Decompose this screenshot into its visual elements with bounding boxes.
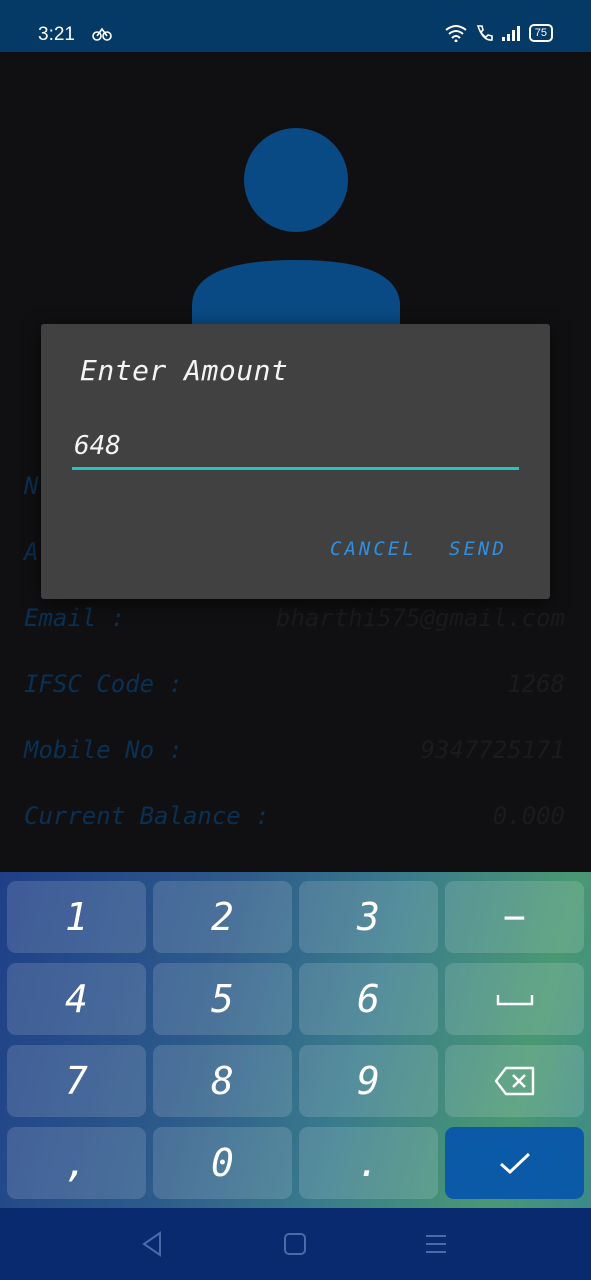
back-icon[interactable] <box>138 1230 168 1258</box>
wifi-icon <box>445 25 467 42</box>
notification-icon <box>92 27 112 41</box>
dialog-title: Enter Amount <box>80 354 289 387</box>
call-icon <box>476 25 493 41</box>
key-2[interactable]: 2 <box>153 881 292 953</box>
profile-label: A <box>24 538 39 566</box>
backspace-icon <box>494 1066 534 1096</box>
menu-icon[interactable] <box>421 1230 451 1258</box>
battery-icon: 75 <box>528 24 553 42</box>
key-comma[interactable]: , <box>7 1127 146 1199</box>
profile-value: bharthi575@gmail.com <box>276 604 565 632</box>
key-9[interactable]: 9 <box>299 1045 438 1117</box>
key-0[interactable]: 0 <box>153 1127 292 1199</box>
profile-label: Mobile No : <box>24 736 183 764</box>
key-7[interactable]: 7 <box>7 1045 146 1117</box>
profile-value: 1268 <box>507 670 565 698</box>
check-icon <box>499 1152 530 1175</box>
profile-row-email: Email : bharthi575@gmail.com <box>24 604 565 644</box>
key-backspace[interactable] <box>445 1045 584 1117</box>
key-period[interactable]: . <box>299 1127 438 1199</box>
profile-value: 9347725171 <box>420 736 566 764</box>
profile-label: IFSC Code : <box>24 670 183 698</box>
profile-label: N <box>24 472 39 500</box>
home-icon[interactable] <box>280 1230 310 1258</box>
navigation-bar <box>0 1208 591 1280</box>
key-3[interactable]: 3 <box>299 881 438 953</box>
status-icons: 75 <box>445 24 553 42</box>
key-5[interactable]: 5 <box>153 963 292 1035</box>
key-done[interactable] <box>445 1127 584 1199</box>
status-bar: 3:21 75 <box>0 0 591 52</box>
send-button[interactable]: SEND <box>449 538 507 560</box>
profile-row-ifsc: IFSC Code : 1268 <box>24 670 565 710</box>
key-4[interactable]: 4 <box>7 963 146 1035</box>
profile-value: 0.000 <box>492 802 565 830</box>
enter-amount-dialog: Enter Amount CANCEL SEND <box>41 324 550 599</box>
key-8[interactable]: 8 <box>153 1045 292 1117</box>
status-time: 3:21 <box>38 24 75 45</box>
signal-icon <box>501 26 520 41</box>
key-minus[interactable]: − <box>445 881 584 953</box>
amount-input[interactable] <box>72 424 519 470</box>
space-icon <box>496 995 533 1006</box>
avatar-icon <box>192 128 400 328</box>
numeric-keyboard: 1 2 3 − 4 5 6 7 8 9 , 0 . <box>0 872 591 1208</box>
cancel-button[interactable]: CANCEL <box>330 538 417 560</box>
profile-label: Email : <box>24 604 126 632</box>
profile-label: Current Balance : <box>24 802 270 830</box>
key-1[interactable]: 1 <box>7 881 146 953</box>
key-6[interactable]: 6 <box>299 963 438 1035</box>
profile-row-mobile: Mobile No : 9347725171 <box>24 736 565 776</box>
key-space[interactable] <box>445 963 584 1035</box>
profile-row-balance: Current Balance : 0.000 <box>24 802 565 842</box>
